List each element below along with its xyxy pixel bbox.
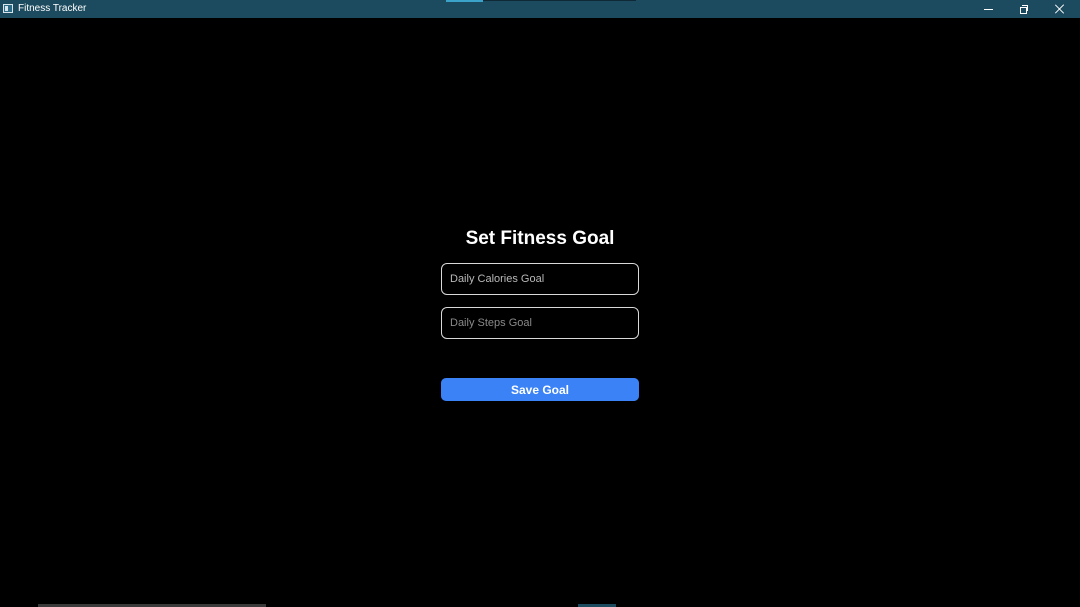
minimize-icon bbox=[983, 8, 993, 10]
restore-icon bbox=[1020, 5, 1028, 14]
app-window: Fitness Tracker Set Fitness Goal Save Go… bbox=[0, 0, 1080, 607]
close-button[interactable] bbox=[1042, 0, 1078, 18]
save-goal-button[interactable]: Save Goal bbox=[441, 378, 639, 401]
window-title: Fitness Tracker bbox=[18, 3, 87, 14]
calories-goal-input[interactable] bbox=[441, 263, 639, 295]
page-title: Set Fitness Goal bbox=[465, 228, 615, 249]
top-divider-line bbox=[483, 0, 636, 1]
close-icon bbox=[1055, 4, 1065, 14]
minimize-button[interactable] bbox=[970, 0, 1006, 18]
restore-button[interactable] bbox=[1006, 0, 1042, 18]
app-icon bbox=[3, 4, 13, 13]
title-bar[interactable]: Fitness Tracker bbox=[0, 0, 1080, 18]
steps-goal-input[interactable] bbox=[441, 307, 639, 339]
top-accent-line bbox=[446, 0, 483, 2]
